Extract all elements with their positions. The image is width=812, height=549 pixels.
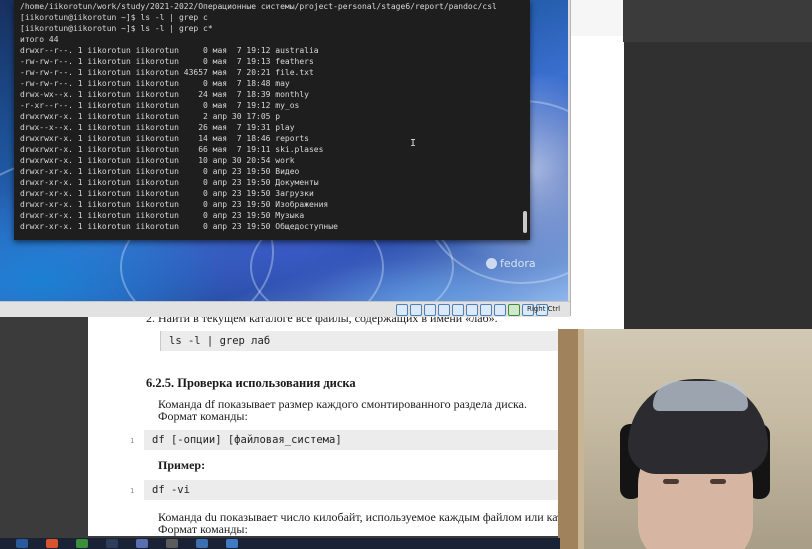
code-block-grep-lab: ls -l | grep лаб bbox=[160, 331, 560, 351]
terminal-line: drwx-wx--x. 1 iikorotun iikorotun 24 мая… bbox=[20, 90, 309, 99]
webcam-overlay bbox=[558, 329, 812, 549]
person-hair-highlight bbox=[653, 381, 748, 411]
video-capture-icon[interactable] bbox=[494, 304, 506, 316]
code-block-df-format: df [-опции] [файловая_система] bbox=[144, 430, 560, 450]
section-title: 6.2.5. Проверка использования диска bbox=[146, 376, 356, 390]
app-icon[interactable] bbox=[46, 539, 58, 548]
terminal-line: [iikorotun@iikorotun ~]$ ls -l | grep c bbox=[20, 13, 208, 22]
virtualbox-icon[interactable] bbox=[196, 539, 208, 548]
usb-icon[interactable] bbox=[452, 304, 464, 316]
fedora-wordmark: fedora bbox=[500, 257, 536, 270]
terminal-scrollbar-thumb[interactable] bbox=[523, 211, 527, 233]
code-block-df-vi: df -vi bbox=[144, 480, 560, 500]
obs-icon[interactable] bbox=[166, 539, 178, 548]
code-line-number: 1 bbox=[130, 487, 135, 495]
fedora-desktop[interactable]: fedora /home/iikorotun/work/study/2021-2… bbox=[0, 0, 568, 301]
terminal-line: /home/iikorotun/work/study/2021-2022/Опе… bbox=[20, 2, 497, 11]
chrome-icon[interactable] bbox=[76, 539, 88, 548]
photoshop-icon[interactable] bbox=[16, 539, 28, 548]
terminal-line: drwxrwxr-x. 1 iikorotun iikorotun 2 апр … bbox=[20, 112, 281, 121]
terminal-line: drwxrwxr-x. 1 iikorotun iikorotun 14 мая… bbox=[20, 134, 309, 143]
text-cursor-icon: I bbox=[410, 138, 417, 149]
hard-disk-icon[interactable] bbox=[396, 304, 408, 316]
terminal-line: -rw-rw-r--. 1 iikorotun iikorotun 0 мая … bbox=[20, 57, 314, 66]
webcam-background-frame bbox=[578, 329, 584, 549]
terminal-line: drwxrwxr-x. 1 iikorotun iikorotun 66 мая… bbox=[20, 145, 324, 154]
paragraph-df-line2: Формат команды: bbox=[158, 409, 248, 423]
terminal-line: drwxr-xr-x. 1 iikorotun iikorotun 0 апр … bbox=[20, 189, 314, 198]
app-icon[interactable] bbox=[226, 539, 238, 548]
terminal-line: -rw-rw-r--. 1 iikorotun iikorotun 43657 … bbox=[20, 68, 314, 77]
terminal-line: -rw-rw-r--. 1 iikorotun iikorotun 0 мая … bbox=[20, 79, 290, 88]
terminal-scrollbar[interactable] bbox=[522, 0, 528, 240]
terminal-line: -r-xr--r--. 1 iikorotun iikorotun 0 мая … bbox=[20, 101, 300, 110]
shared-folders-icon[interactable] bbox=[466, 304, 478, 316]
display-icon[interactable] bbox=[480, 304, 492, 316]
terminal-line: drwx--x--x. 1 iikorotun iikorotun 26 мая… bbox=[20, 123, 295, 132]
terminal-line: [iikorotun@iikorotun ~]$ ls -l | grep c* bbox=[20, 24, 213, 33]
person-eye-right bbox=[710, 479, 726, 484]
example-label: Пример: bbox=[158, 458, 206, 472]
audio-icon[interactable] bbox=[424, 304, 436, 316]
virtualbox-vm-window[interactable]: fedora /home/iikorotun/work/study/2021-2… bbox=[0, 0, 571, 317]
code-line-number: 1 bbox=[130, 437, 135, 445]
fedora-icon bbox=[486, 258, 497, 269]
host-key-label: Right Ctrl bbox=[527, 305, 561, 313]
terminal-line: drwxr-xr-x. 1 iikorotun iikorotun 0 апр … bbox=[20, 211, 305, 220]
windows-taskbar bbox=[0, 538, 560, 549]
terminal-window[interactable]: /home/iikorotun/work/study/2021-2022/Опе… bbox=[14, 0, 530, 240]
terminal-line: итого 44 bbox=[20, 35, 59, 44]
cpu-icon[interactable] bbox=[508, 304, 520, 316]
document-page-top-edge bbox=[568, 0, 623, 36]
network-icon[interactable] bbox=[438, 304, 450, 316]
vm-status-icons bbox=[396, 304, 548, 316]
terminal-line: drwxr--r--. 1 iikorotun iikorotun 0 мая … bbox=[20, 46, 319, 55]
fedora-logo: fedora bbox=[486, 257, 536, 270]
terminal-line: drwxr-xr-x. 1 iikorotun iikorotun 0 апр … bbox=[20, 167, 300, 176]
terminal-line: drwxrwxr-x. 1 iikorotun iikorotun 10 апр… bbox=[20, 156, 295, 165]
person-eye-left bbox=[663, 479, 679, 484]
paragraph-du-line2: Формат команды: bbox=[158, 522, 248, 536]
terminal-line: drwxr-xr-x. 1 iikorotun iikorotun 0 апр … bbox=[20, 178, 319, 187]
optical-drive-icon[interactable] bbox=[410, 304, 422, 316]
steam-icon[interactable] bbox=[106, 539, 118, 548]
terminal-line: drwxr-xr-x. 1 iikorotun iikorotun 0 апр … bbox=[20, 222, 338, 231]
vm-status-bar: Right Ctrl bbox=[0, 301, 570, 317]
webcam-background-door bbox=[558, 329, 578, 549]
terminal-line: drwxr-xr-x. 1 iikorotun iikorotun 0 апр … bbox=[20, 200, 329, 209]
discord-icon[interactable] bbox=[136, 539, 148, 548]
